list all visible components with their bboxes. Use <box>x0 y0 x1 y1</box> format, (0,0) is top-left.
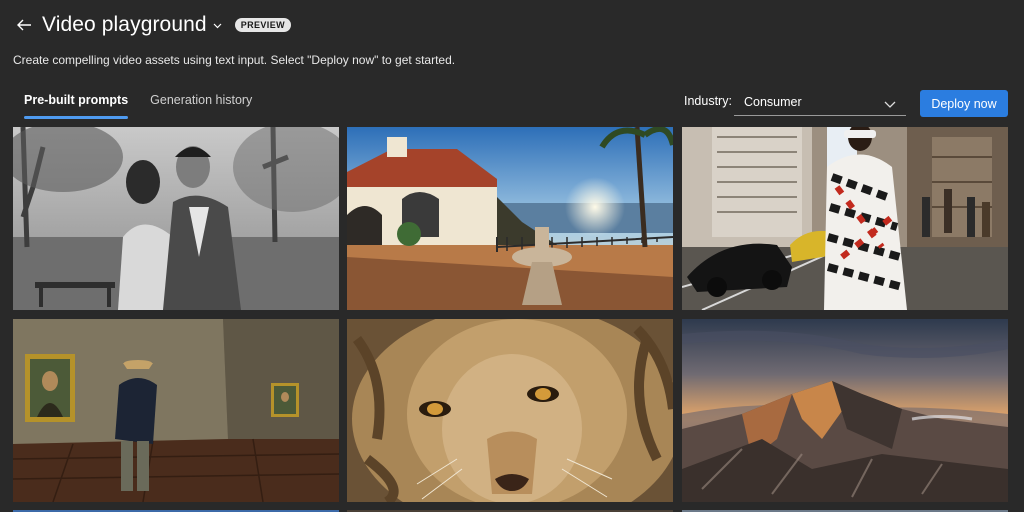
page-description: Create compelling video assets using tex… <box>13 53 456 67</box>
prompt-thumbnail-city-street[interactable] <box>682 127 1008 310</box>
page-title: Video playground <box>42 13 207 36</box>
prompt-thumbnail-museum-gallery[interactable] <box>13 319 339 502</box>
dropdown-chevron-down-icon <box>884 98 896 108</box>
industry-label: Industry: <box>684 94 732 108</box>
prompt-thumbnail-lion[interactable] <box>347 319 673 502</box>
industry-select[interactable]: Consumer <box>734 89 906 116</box>
industry-select-value: Consumer <box>744 95 802 109</box>
prompt-thumbnail-villa-terrace[interactable] <box>347 127 673 310</box>
deploy-now-button[interactable]: Deploy now <box>920 90 1008 117</box>
title-menu-chevron-down-icon[interactable] <box>213 21 223 31</box>
back-arrow-icon[interactable] <box>14 15 34 35</box>
tab-generation-history[interactable]: Generation history <box>150 93 252 119</box>
prompt-thumbnail-mountains[interactable] <box>682 319 1008 502</box>
prompt-thumbnail-couple[interactable] <box>13 127 339 310</box>
tab-pre-built-prompts[interactable]: Pre-built prompts <box>24 93 129 119</box>
preview-badge: PREVIEW <box>234 18 291 32</box>
tab-bar: Pre-built prompts Generation history <box>24 93 274 119</box>
page-header: Video playground PREVIEW <box>14 10 291 40</box>
